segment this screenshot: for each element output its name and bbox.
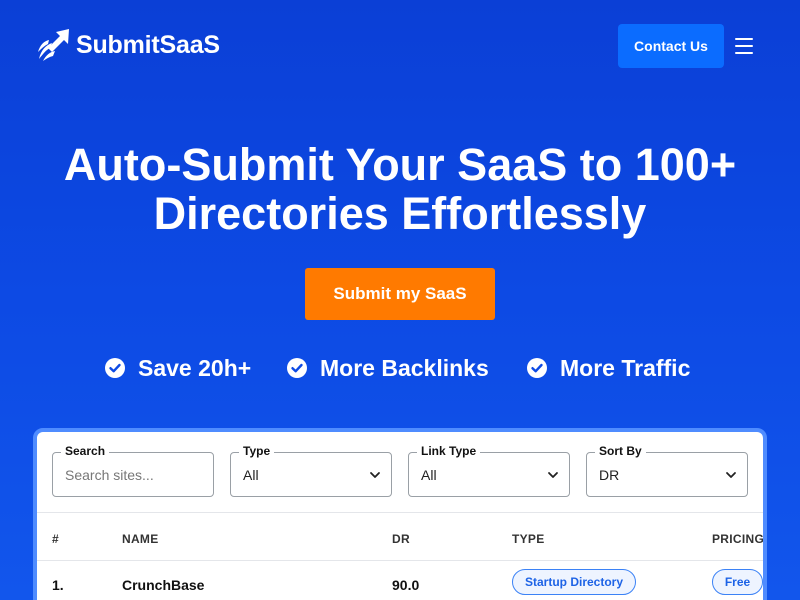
sort-by-value: DR bbox=[599, 467, 620, 483]
benefits-list: Save 20h+ More Backlinks More Traffic bbox=[0, 352, 800, 384]
search-placeholder: Search sites... bbox=[65, 467, 154, 483]
sort-by-label: Sort By bbox=[595, 444, 646, 458]
link-type-label: Link Type bbox=[417, 444, 481, 458]
link-type-select[interactable]: Link Type All bbox=[408, 444, 570, 497]
check-circle-icon bbox=[527, 358, 547, 378]
column-header-dr[interactable]: DR bbox=[392, 532, 410, 546]
benefit-label: More Backlinks bbox=[320, 354, 489, 381]
benefit-item: More Backlinks bbox=[287, 352, 489, 384]
column-header-pricing[interactable]: PRICING bbox=[712, 532, 763, 546]
hero-title-line-1: Auto-Submit Your SaaS to 100+ bbox=[63, 139, 737, 190]
search-input[interactable]: Search Search sites... bbox=[52, 444, 214, 497]
type-select[interactable]: Type All bbox=[230, 444, 392, 497]
type-value: All bbox=[243, 467, 259, 483]
chevron-down-icon bbox=[726, 472, 736, 478]
contact-us-button[interactable]: Contact Us bbox=[618, 24, 724, 68]
benefit-item: Save 20h+ bbox=[105, 352, 251, 384]
hero-title: Auto-Submit Your SaaS to 100+ Directorie… bbox=[0, 140, 800, 238]
column-header-type[interactable]: TYPE bbox=[512, 532, 545, 546]
column-header-number[interactable]: # bbox=[52, 532, 59, 546]
pricing-badge: Free bbox=[712, 569, 763, 595]
directory-table-panel: Search Search sites... Type All Link Typ… bbox=[33, 428, 767, 600]
sort-by-select[interactable]: Sort By DR bbox=[586, 444, 748, 497]
benefit-label: More Traffic bbox=[560, 354, 691, 381]
hamburger-menu-icon[interactable] bbox=[735, 38, 753, 54]
row-name[interactable]: CrunchBase bbox=[122, 577, 204, 593]
table-divider bbox=[37, 560, 763, 561]
column-header-name[interactable]: NAME bbox=[122, 532, 159, 546]
type-label: Type bbox=[239, 444, 275, 458]
chevron-down-icon bbox=[548, 472, 558, 478]
chevron-down-icon bbox=[370, 472, 380, 478]
brand-name: SubmitSaaS bbox=[76, 30, 220, 59]
site-header: SubmitSaaS Contact Us bbox=[0, 0, 800, 92]
benefit-label: Save 20h+ bbox=[138, 354, 252, 381]
rocket-arrow-icon bbox=[38, 29, 69, 61]
row-number: 1. bbox=[52, 577, 64, 593]
check-circle-icon bbox=[287, 358, 307, 378]
table-divider bbox=[37, 512, 763, 513]
check-circle-icon bbox=[105, 358, 125, 378]
search-label: Search bbox=[61, 444, 110, 458]
row-dr: 90.0 bbox=[392, 577, 420, 593]
benefit-item: More Traffic bbox=[527, 352, 690, 384]
hero-title-line-2: Directories Effortlessly bbox=[153, 188, 647, 239]
link-type-value: All bbox=[421, 467, 437, 483]
type-badge: Startup Directory bbox=[512, 569, 636, 595]
submit-saas-button[interactable]: Submit my SaaS bbox=[305, 268, 495, 320]
brand-logo[interactable]: SubmitSaaS bbox=[36, 28, 220, 62]
